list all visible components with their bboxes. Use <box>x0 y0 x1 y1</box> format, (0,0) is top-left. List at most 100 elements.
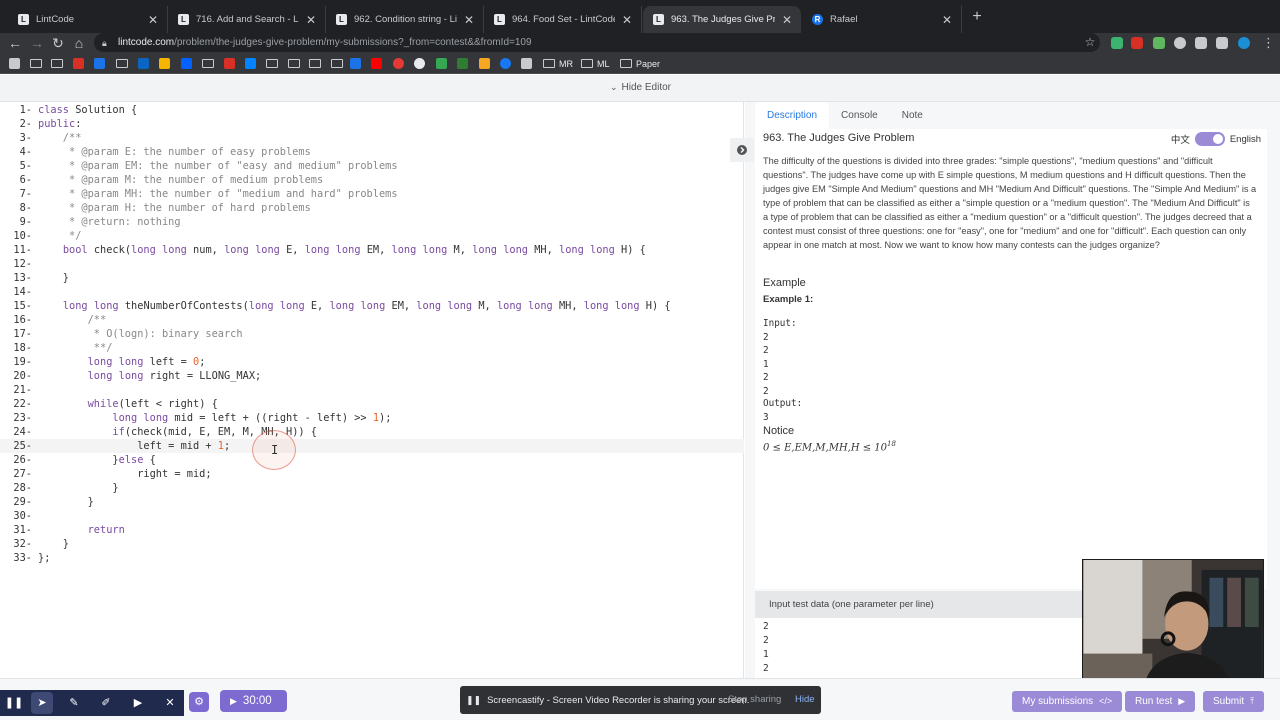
bookmark-acrobat-icon[interactable] <box>224 57 235 70</box>
bookmark-folder-icon[interactable] <box>331 57 347 70</box>
bookmark-facebook-icon[interactable] <box>500 57 511 70</box>
code-line[interactable]: 15- long long theNumberOfContests(long l… <box>0 299 744 313</box>
submit-button[interactable]: Submit ⤒ <box>1203 691 1265 712</box>
code-line[interactable]: 4- * @param E: the number of easy proble… <box>0 145 744 159</box>
language-toggle[interactable]: 中文 English <box>1171 132 1261 146</box>
code-line[interactable]: 30- <box>0 509 744 523</box>
bookmark-folder-icon[interactable] <box>30 57 46 70</box>
bookmark-gmail-icon[interactable] <box>73 57 84 70</box>
puzzle-extensions-icon[interactable] <box>1216 37 1228 49</box>
bookmark-red-icon[interactable] <box>393 57 404 70</box>
code-line[interactable]: 5- * @param EM: the number of "easy and … <box>0 159 744 173</box>
camera-icon[interactable]: ▶ <box>127 692 149 714</box>
bookmark-pinterest-icon[interactable] <box>94 57 105 70</box>
bookmark-linkedin-icon[interactable] <box>138 57 149 70</box>
code-line[interactable]: 19- long long left = 0; <box>0 355 744 369</box>
extension-icon[interactable] <box>1174 37 1186 49</box>
code-line[interactable]: 8- * @param H: the number of hard proble… <box>0 201 744 215</box>
pause-icon[interactable]: ❚❚ <box>3 692 25 714</box>
code-line[interactable]: 2- public: <box>0 117 744 131</box>
close-tab-icon[interactable]: ✕ <box>463 13 475 27</box>
code-line[interactable]: 16- /** <box>0 313 744 327</box>
bookmark-folder-icon[interactable] <box>202 57 218 70</box>
code-line[interactable]: 3- /** <box>0 131 744 145</box>
browser-tab-judges-give-problem[interactable]: L 963. The Judges Give Problem ✕ <box>643 6 801 33</box>
browser-tab-add-and-search[interactable]: L 716. Add and Search - LintCode ✕ <box>168 6 326 33</box>
code-line[interactable]: 13- } <box>0 271 744 285</box>
code-line[interactable]: 24- if(check(mid, E, EM, M, MH, H)) { <box>0 425 744 439</box>
code-line[interactable]: 27- right = mid; <box>0 467 744 481</box>
bookmark-folder-icon[interactable] <box>309 57 325 70</box>
bookmark-zhihu-icon[interactable] <box>245 57 256 70</box>
bookmark-drive-icon[interactable] <box>159 57 170 70</box>
collapse-panel-button[interactable] <box>730 138 754 162</box>
close-tab-icon[interactable]: ✕ <box>621 13 633 27</box>
code-line[interactable]: 21- <box>0 383 744 397</box>
browser-tab-food-set[interactable]: L 964. Food Set - LintCode ✕ <box>484 6 642 33</box>
hide-notification-button[interactable]: Hide <box>795 686 815 714</box>
bookmark-github-icon[interactable] <box>414 57 425 70</box>
code-line[interactable]: 22- while(left < right) { <box>0 397 744 411</box>
bookmark-green-icon[interactable] <box>457 57 468 70</box>
browser-tab-rafael[interactable]: R Rafael ✕ <box>802 6 962 33</box>
close-tab-icon[interactable]: ✕ <box>941 13 953 27</box>
bookmark-star-icon[interactable]: ☆ <box>1082 33 1098 52</box>
code-line[interactable]: 28- } <box>0 481 744 495</box>
code-line[interactable]: 33-}; <box>0 551 744 565</box>
bookmark-folder-icon[interactable] <box>116 57 132 70</box>
bookmark-calendar-icon[interactable] <box>350 57 361 70</box>
browser-menu-icon[interactable]: ⋮ <box>1262 34 1275 52</box>
bookmark-lock-icon[interactable] <box>521 57 532 70</box>
bookmark-folder-icon[interactable] <box>51 57 67 70</box>
close-tab-icon[interactable]: ✕ <box>781 13 793 27</box>
code-line[interactable]: 31- return <box>0 523 744 537</box>
my-submissions-button[interactable]: My submissions </> <box>1012 691 1123 712</box>
bookmark-folder-mr[interactable]: MR <box>543 57 573 70</box>
extension-icon[interactable] <box>1195 37 1207 49</box>
tab-console[interactable]: Console <box>829 102 890 129</box>
code-line[interactable]: 32- } <box>0 537 744 551</box>
forward-arrow-icon[interactable]: → <box>28 34 46 52</box>
hide-editor-button[interactable]: ⌄ Hide Editor <box>610 82 671 93</box>
code-line[interactable]: 25- left = mid + 1; <box>0 439 744 453</box>
highlighter-icon[interactable]: ✐ <box>95 692 117 714</box>
code-line[interactable]: 9- * @return: nothing <box>0 215 744 229</box>
language-switch[interactable] <box>1194 132 1225 146</box>
pointer-icon[interactable]: ➤ <box>31 692 53 714</box>
code-editor[interactable]: 1- class Solution {2- public: 3- /** 4- * @p… <box>0 102 744 678</box>
tab-description[interactable]: Description <box>755 102 830 129</box>
code-line[interactable]: 26- }else { <box>0 453 744 467</box>
browser-tab-condition-string[interactable]: L 962. Condition string - LintCode ✕ <box>326 6 484 33</box>
stop-sharing-button[interactable]: Stop sharing <box>728 686 781 714</box>
code-line[interactable]: 6- * @param M: the number of medium prob… <box>0 173 744 187</box>
code-line[interactable]: 1- class Solution { <box>0 103 744 117</box>
bookmark-folder-icon[interactable] <box>288 57 304 70</box>
profile-avatar-icon[interactable] <box>1238 37 1250 49</box>
code-line[interactable]: 18- **/ <box>0 341 744 355</box>
code-line[interactable]: 7- * @param MH: the number of "medium an… <box>0 187 744 201</box>
bookmark-dropbox-icon[interactable] <box>181 57 192 70</box>
bookmark-folder-paper[interactable]: Paper <box>620 57 660 70</box>
code-line[interactable]: 20- long long right = LLONG_MAX; <box>0 369 744 383</box>
code-line[interactable]: 29- } <box>0 495 744 509</box>
bookmark-folder-icon[interactable] <box>266 57 282 70</box>
close-toolbar-icon[interactable]: ✕ <box>159 692 181 714</box>
reload-icon[interactable]: ↻ <box>49 34 67 52</box>
code-line[interactable]: 10- */ <box>0 229 744 243</box>
code-line[interactable]: 11- bool check(long long num, long long … <box>0 243 744 257</box>
home-icon[interactable]: ⌂ <box>70 34 88 52</box>
sheet-extension-icon[interactable] <box>1153 37 1165 49</box>
run-test-button[interactable]: Run test ▶ <box>1125 691 1196 712</box>
bookmark-orange-icon[interactable] <box>479 57 490 70</box>
shield-extension-icon[interactable] <box>1111 37 1123 49</box>
code-line[interactable]: 14- <box>0 285 744 299</box>
test-data-input[interactable]: 2 2 1 2 <box>755 618 1095 678</box>
bookmark-youtube-icon[interactable] <box>371 57 382 70</box>
pdf-extension-icon[interactable] <box>1131 37 1143 49</box>
url-input[interactable]: 🔒︎ lintcode.com /problem/the-judges-give… <box>94 33 1100 52</box>
close-tab-icon[interactable]: ✕ <box>147 13 159 27</box>
back-arrow-icon[interactable]: ← <box>6 34 24 52</box>
bookmark-apps-icon[interactable] <box>9 57 20 70</box>
new-tab-plus-icon[interactable]: + <box>968 8 986 26</box>
gear-icon[interactable]: ⚙ <box>189 692 209 712</box>
